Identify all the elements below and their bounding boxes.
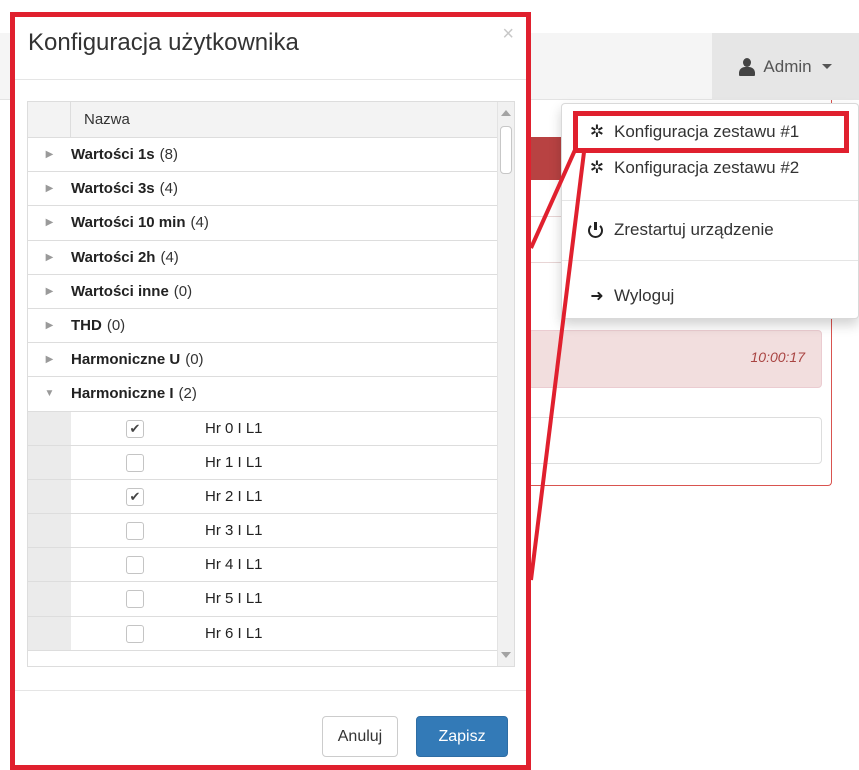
item-row: Hr 1 I L1 (28, 445, 499, 480)
group-row[interactable]: ▶ Wartości 3s (4) (28, 172, 499, 207)
sign-out-icon: ➜ (590, 288, 604, 305)
menu-divider (562, 260, 858, 261)
item-row: ✔ Hr 2 I L1 (28, 479, 499, 515)
scroll-up-arrow-icon[interactable] (501, 110, 511, 116)
group-row[interactable]: ▶ Wartości 10 min (4) (28, 206, 499, 241)
background-input[interactable] (528, 417, 822, 464)
item-row: Hr 4 I L1 (28, 548, 499, 583)
user-config-modal: Konfiguracja użytkownika × Nazwa ▶ Warto… (10, 12, 531, 770)
group-count: (4) (159, 180, 178, 198)
cancel-button[interactable]: Anuluj (322, 716, 398, 757)
group-row[interactable]: ▶ THD (0) (28, 309, 499, 344)
item-checkbox[interactable] (126, 590, 144, 609)
item-row: Hr 5 I L1 (28, 582, 499, 617)
item-checkbox[interactable] (126, 522, 144, 541)
menu-item-label: Wyloguj (614, 286, 675, 305)
alert-timestamp: 10:00:17 (750, 349, 806, 365)
collapse-triangle-icon[interactable]: ▼ (28, 377, 71, 410)
row-gutter (28, 582, 71, 616)
group-count: (0) (185, 351, 204, 369)
user-icon (739, 57, 756, 76)
save-button[interactable]: Zapisz (416, 716, 508, 757)
item-name: Hr 5 I L1 (205, 590, 263, 608)
caret-down-icon (821, 64, 832, 69)
menu-item-config-set-2[interactable]: ✲ Konfiguracja zestawu #2 (562, 150, 858, 186)
modal-footer: Anuluj Zapisz (15, 690, 526, 770)
menu-divider (562, 200, 858, 201)
group-label: Wartości 3s (71, 180, 155, 198)
group-count: (4) (190, 214, 209, 232)
item-checkbox[interactable] (126, 556, 144, 575)
group-row-expanded[interactable]: ▼ Harmoniczne I (2) (28, 377, 499, 412)
grid-rows: ▶ Wartości 1s (8) ▶ Wartości 3s (4) ▶ Wa… (28, 138, 499, 651)
item-name: Hr 4 I L1 (205, 556, 263, 574)
column-header-name[interactable]: Nazwa (84, 111, 130, 128)
group-row[interactable]: ▶ Wartości 2h (4) (28, 241, 499, 275)
row-gutter (28, 411, 71, 445)
background-alert: 10:00:17 (528, 330, 822, 388)
item-name: Hr 2 I L1 (205, 487, 263, 505)
row-gutter (28, 479, 71, 514)
power-icon (588, 222, 604, 238)
expand-triangle-icon[interactable]: ▶ (28, 172, 71, 205)
signals-grid: Nazwa ▶ Wartości 1s (8) ▶ Wartości 3s (4… (27, 101, 515, 667)
menu-item-label: Konfiguracja zestawu #2 (614, 158, 800, 177)
item-name: Hr 1 I L1 (205, 453, 263, 471)
menu-item-logout[interactable]: ➜ Wyloguj (562, 278, 858, 314)
expand-triangle-icon[interactable]: ▶ (28, 343, 71, 376)
group-label: Wartości 10 min (71, 214, 186, 232)
group-count: (2) (178, 385, 197, 403)
menu-item-restart-device[interactable]: Zrestartuj urządzenie (562, 212, 858, 248)
row-gutter (28, 616, 71, 650)
user-menu-toggle[interactable]: Admin (712, 33, 859, 100)
user-menu-label: Admin (763, 56, 812, 76)
expand-triangle-icon[interactable]: ▶ (28, 241, 71, 274)
group-label: Wartości 1s (71, 146, 155, 164)
grid-header: Nazwa (28, 102, 499, 138)
annotation-highlight-box (573, 111, 849, 153)
group-label: Harmoniczne U (71, 351, 181, 369)
group-count: (4) (160, 248, 179, 266)
row-gutter (28, 445, 71, 479)
row-gutter (28, 514, 71, 548)
group-row[interactable]: ▶ Wartości 1s (8) (28, 138, 499, 173)
close-icon[interactable]: × (502, 23, 514, 46)
expand-triangle-icon[interactable]: ▶ (28, 309, 71, 342)
modal-header: Konfiguracja użytkownika × (15, 17, 526, 80)
group-count: (8) (159, 146, 178, 164)
group-count: (0) (106, 317, 126, 335)
group-label: Wartości 2h (71, 248, 156, 266)
row-gutter (28, 548, 71, 582)
menu-item-label: Zrestartuj urządzenie (614, 220, 774, 239)
expand-triangle-icon[interactable]: ▶ (28, 206, 71, 239)
item-row: Hr 3 I L1 (28, 514, 499, 549)
item-checkbox[interactable]: ✔ (126, 487, 144, 506)
item-checkbox[interactable] (126, 624, 144, 643)
item-name: Hr 0 I L1 (205, 419, 263, 437)
item-row: ✔ Hr 0 I L1 (28, 411, 499, 446)
expand-triangle-icon[interactable]: ▶ (28, 275, 71, 308)
item-checkbox[interactable] (126, 453, 144, 472)
gear-icon: ✲ (589, 158, 605, 177)
scroll-thumb[interactable] (500, 126, 512, 174)
group-label: Harmoniczne I (71, 385, 174, 403)
grid-header-gutter (28, 102, 71, 137)
group-row[interactable]: ▶ Harmoniczne U (0) (28, 343, 499, 378)
group-count: (0) (173, 282, 193, 300)
item-row: Hr 6 I L1 (28, 616, 499, 651)
item-name: Hr 6 I L1 (205, 624, 263, 642)
scroll-down-arrow-icon[interactable] (501, 652, 511, 658)
group-row[interactable]: ▶ Wartości inne (0) (28, 275, 499, 309)
modal-title: Konfiguracja użytkownika (28, 29, 299, 56)
expand-triangle-icon[interactable]: ▶ (28, 138, 71, 171)
group-label: Wartości inne (71, 282, 169, 300)
grid-scrollbar[interactable] (497, 102, 514, 666)
group-label: THD (71, 317, 102, 335)
item-checkbox[interactable]: ✔ (126, 419, 144, 438)
item-name: Hr 3 I L1 (205, 522, 263, 540)
